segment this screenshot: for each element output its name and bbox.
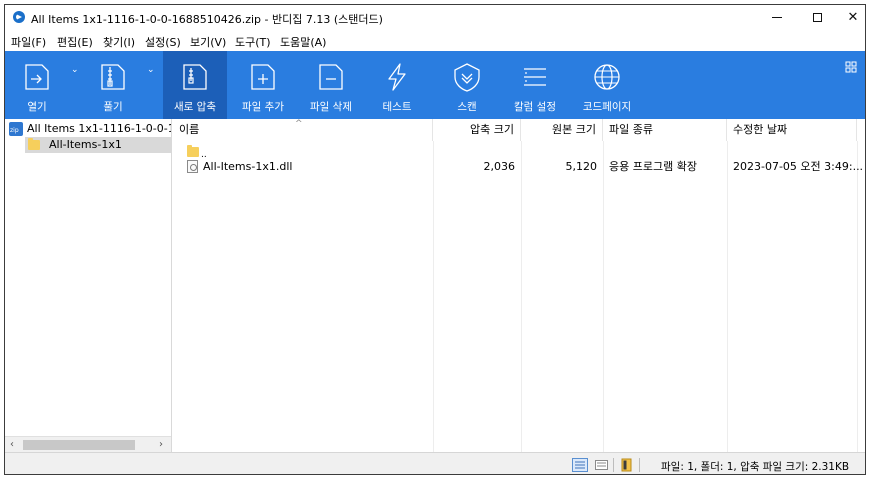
menu-file[interactable]: 파일(F) xyxy=(11,34,46,50)
status-separator xyxy=(639,458,640,472)
sort-ascending-icon: ^ xyxy=(295,119,303,129)
status-separator xyxy=(613,458,614,472)
dll-file-icon xyxy=(187,160,198,173)
toolbar: 열기 ⌄ 풀기 ⌄ 새로 압축 파일 추가 파일 삭제 테스트 스캔 칼럼 설정… xyxy=(5,51,865,119)
column-header-original-label: 원본 크기 xyxy=(552,123,596,136)
file-list: 이름 ^ 압축 크기 원본 크기 파일 종류 수정한 날짜 .. All-Ite… xyxy=(173,119,865,452)
status-summary: 파일: 1, 폴더: 1, 압축 파일 크기: 2.31KB xyxy=(661,461,850,473)
bandizip-app-icon xyxy=(13,11,25,23)
column-header-name-label: 이름 xyxy=(179,123,200,136)
details-view-icon[interactable] xyxy=(572,458,588,472)
row-original-size: 5,120 xyxy=(565,160,598,173)
menu-bar: 파일(F) 편집(E) 찾기(I) 설정(S) 보기(V) 도구(T) 도움말(… xyxy=(5,31,865,51)
extract-label: 풀기 xyxy=(103,101,123,113)
open-dropdown-chevron-icon[interactable]: ⌄ xyxy=(71,65,79,75)
menu-settings[interactable]: 설정(S) xyxy=(145,34,181,50)
column-divider xyxy=(727,141,728,452)
list-view-icon[interactable] xyxy=(594,458,610,472)
scroll-right-arrow-icon[interactable]: › xyxy=(159,439,163,450)
column-header-modified-label: 수정한 날짜 xyxy=(733,123,788,136)
open-label: 열기 xyxy=(27,101,47,113)
extract-icon xyxy=(101,64,125,90)
column-header-type-label: 파일 종류 xyxy=(609,123,653,136)
delete-file-button[interactable]: 파일 삭제 xyxy=(299,51,363,119)
add-file-label: 파일 추가 xyxy=(242,101,284,113)
folder-tree: All Items 1x1-1116-1-0-0-1688 All-Items-… xyxy=(5,119,172,452)
codepage-label: 코드페이지 xyxy=(582,101,632,113)
codepage-globe-icon xyxy=(594,64,620,90)
row-name: All-Items-1x1.dll xyxy=(203,160,293,173)
scan-label: 스캔 xyxy=(457,101,477,113)
column-header-name[interactable]: 이름 ^ xyxy=(173,119,433,141)
column-divider xyxy=(857,141,858,452)
minimize-icon xyxy=(772,17,782,18)
close-button[interactable]: ✕ xyxy=(833,5,865,31)
tree-root-label: All Items 1x1-1116-1-0-0-1688 xyxy=(27,122,171,135)
zip-archive-icon xyxy=(9,122,23,136)
column-settings-icon xyxy=(524,68,546,86)
open-archive-icon xyxy=(25,64,49,90)
tree-horizontal-scrollbar[interactable]: ‹ › xyxy=(5,436,171,452)
column-header-original-size[interactable]: 원본 크기 xyxy=(521,119,603,141)
window-title: All Items 1x1-1116-1-0-0-1688510426.zip … xyxy=(31,13,383,26)
new-archive-button[interactable]: 새로 압축 xyxy=(163,51,227,119)
open-button[interactable]: 열기 xyxy=(9,51,65,119)
extract-dropdown-chevron-icon[interactable]: ⌄ xyxy=(147,65,155,75)
delete-file-icon xyxy=(319,64,343,90)
extract-button[interactable]: 풀기 xyxy=(85,51,141,119)
menu-help[interactable]: 도움말(A) xyxy=(280,34,326,50)
app-window: All Items 1x1-1116-1-0-0-1688510426.zip … xyxy=(4,4,866,475)
add-file-button[interactable]: 파일 추가 xyxy=(231,51,295,119)
column-header-packed-label: 압축 크기 xyxy=(470,123,514,136)
new-archive-label: 새로 압축 xyxy=(174,101,216,113)
column-divider xyxy=(521,141,522,452)
title-bar: All Items 1x1-1116-1-0-0-1688510426.zip … xyxy=(5,5,865,31)
test-label: 테스트 xyxy=(382,101,412,113)
scrollbar-thumb[interactable] xyxy=(23,440,135,450)
column-header-type[interactable]: 파일 종류 xyxy=(603,119,727,141)
menu-tools[interactable]: 도구(T) xyxy=(235,34,271,50)
row-type: 응용 프로그램 확장 xyxy=(609,160,697,173)
row-packed-size: 2,036 xyxy=(483,160,516,173)
menu-view[interactable]: 보기(V) xyxy=(190,34,226,50)
add-file-icon xyxy=(251,64,275,90)
status-bar: 파일: 1, 폴더: 1, 압축 파일 크기: 2.31KB xyxy=(5,452,865,474)
tree-item-folder[interactable]: All-Items-1x1 xyxy=(25,137,171,153)
preview-pane-icon[interactable] xyxy=(619,458,635,472)
delete-file-label: 파일 삭제 xyxy=(310,101,352,113)
table-row-parent-folder[interactable]: .. xyxy=(173,143,865,160)
column-divider xyxy=(603,141,604,452)
column-divider xyxy=(433,141,434,452)
tree-item-label: All-Items-1x1 xyxy=(49,138,122,151)
test-button[interactable]: 테스트 xyxy=(369,51,425,119)
menu-edit[interactable]: 편집(E) xyxy=(57,34,93,50)
scan-shield-icon xyxy=(454,63,480,92)
scan-button[interactable]: 스캔 xyxy=(439,51,495,119)
close-icon: ✕ xyxy=(847,10,859,25)
new-archive-icon xyxy=(183,64,207,90)
layout-grid-icon[interactable] xyxy=(845,61,857,73)
table-row[interactable]: All-Items-1x1.dll 2,036 5,120 응용 프로그램 확장… xyxy=(173,159,865,175)
column-settings-label: 칼럼 설정 xyxy=(514,101,556,113)
codepage-button[interactable]: 코드페이지 xyxy=(571,51,643,119)
column-header-packed-size[interactable]: 압축 크기 xyxy=(433,119,521,141)
menu-find[interactable]: 찾기(I) xyxy=(103,34,135,50)
scroll-left-arrow-icon[interactable]: ‹ xyxy=(10,439,14,450)
column-settings-button[interactable]: 칼럼 설정 xyxy=(503,51,567,119)
test-icon xyxy=(388,63,406,91)
maximize-icon xyxy=(812,13,822,22)
column-header-modified[interactable]: 수정한 날짜 xyxy=(727,119,857,141)
maximize-button[interactable] xyxy=(797,5,837,31)
folder-icon xyxy=(28,138,40,150)
folder-icon xyxy=(187,145,199,157)
minimize-button[interactable] xyxy=(757,5,797,31)
row-modified: 2023-07-05 오전 3:49:... xyxy=(733,160,864,173)
